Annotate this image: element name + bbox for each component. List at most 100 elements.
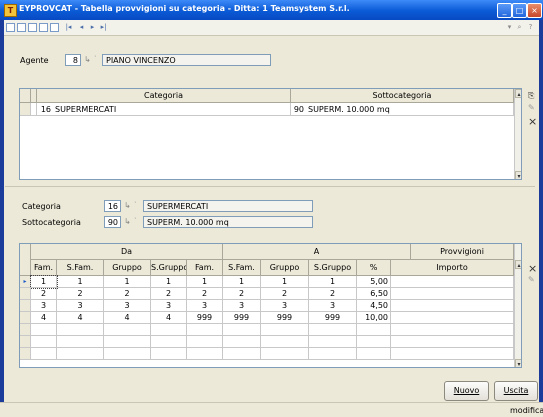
print-icon[interactable] bbox=[39, 23, 48, 32]
sottocategoria-code-field[interactable]: 90 bbox=[104, 216, 121, 228]
header-a-sgruppo[interactable]: S.Gruppo bbox=[309, 260, 357, 276]
cell-da-sgruppo[interactable]: 4 bbox=[151, 312, 187, 324]
empty-cell[interactable] bbox=[261, 348, 309, 360]
row-selector[interactable] bbox=[20, 300, 31, 312]
empty-cell[interactable] bbox=[357, 336, 391, 348]
empty-cell[interactable] bbox=[357, 324, 391, 336]
cell-da-sfam[interactable]: 4 bbox=[57, 312, 104, 324]
cell-a-gruppo[interactable]: 3 bbox=[261, 300, 309, 312]
maximize-button[interactable]: □ bbox=[512, 3, 527, 18]
empty-cell[interactable] bbox=[223, 336, 261, 348]
header-importo[interactable]: Importo bbox=[391, 260, 514, 276]
cell-da-gruppo[interactable]: 2 bbox=[104, 288, 151, 300]
cell-da-fam[interactable]: 2 bbox=[31, 288, 57, 300]
empty-cell[interactable] bbox=[223, 348, 261, 360]
empty-cell[interactable] bbox=[57, 348, 104, 360]
cell-a-fam[interactable]: 3 bbox=[187, 300, 223, 312]
header-da-gruppo[interactable]: Gruppo bbox=[104, 260, 151, 276]
close-button[interactable]: × bbox=[527, 3, 542, 18]
sottocategoria-lookup-icon[interactable]: ↳ ˙ bbox=[124, 217, 137, 226]
header-sottocategoria[interactable]: Sottocategoria bbox=[291, 89, 514, 103]
new-doc-icon[interactable] bbox=[6, 23, 15, 32]
cell-a-sgruppo[interactable]: 2 bbox=[309, 288, 357, 300]
cell-importo[interactable] bbox=[391, 312, 514, 324]
cell-importo[interactable] bbox=[391, 300, 514, 312]
cell-perc[interactable]: 5,00 bbox=[357, 276, 391, 288]
cell-importo[interactable] bbox=[391, 276, 514, 288]
row-selector[interactable] bbox=[20, 288, 31, 300]
empty-cell[interactable] bbox=[57, 336, 104, 348]
cell-da-gruppo[interactable]: 4 bbox=[104, 312, 151, 324]
cell-da-fam[interactable]: 1 bbox=[30, 275, 58, 289]
cell-perc[interactable]: 10,00 bbox=[357, 312, 391, 324]
cell-da-fam[interactable]: 4 bbox=[31, 312, 57, 324]
next-record-icon[interactable]: ▸ bbox=[88, 23, 97, 32]
delete-provvigione-icon[interactable]: × bbox=[528, 262, 537, 275]
header-perc[interactable]: % bbox=[357, 260, 391, 276]
cell-a-fam[interactable]: 999 bbox=[187, 312, 223, 324]
zoom-icon[interactable]: ⌕ bbox=[515, 23, 524, 32]
last-record-icon[interactable]: ▸| bbox=[99, 23, 108, 32]
sub-code-cell[interactable]: 90 bbox=[291, 103, 306, 116]
empty-cell[interactable] bbox=[151, 324, 187, 336]
scroll-down-icon[interactable]: ▾ bbox=[515, 171, 521, 179]
cell-da-sgruppo[interactable]: 1 bbox=[151, 276, 187, 288]
cell-a-sfam[interactable]: 1 bbox=[223, 276, 261, 288]
delete-row-icon[interactable]: × bbox=[528, 115, 537, 128]
empty-cell[interactable] bbox=[391, 348, 514, 360]
save-doc-icon[interactable] bbox=[28, 23, 37, 32]
agente-lookup-icon[interactable]: ↳ ˙ bbox=[84, 55, 97, 64]
minimize-button[interactable]: _ bbox=[497, 3, 512, 18]
empty-cell[interactable] bbox=[261, 324, 309, 336]
cell-da-sgruppo[interactable]: 3 bbox=[151, 300, 187, 312]
empty-cell[interactable] bbox=[187, 324, 223, 336]
cell-da-sfam[interactable]: 2 bbox=[57, 288, 104, 300]
empty-cell[interactable] bbox=[104, 336, 151, 348]
empty-cell[interactable] bbox=[309, 348, 357, 360]
cell-a-gruppo[interactable]: 2 bbox=[261, 288, 309, 300]
cell-da-sfam[interactable]: 3 bbox=[57, 300, 104, 312]
row-selector[interactable] bbox=[20, 336, 31, 348]
edit-provvigione-icon[interactable]: ✎ bbox=[528, 275, 535, 284]
cell-a-sgruppo[interactable]: 1 bbox=[309, 276, 357, 288]
scroll-down-icon[interactable]: ▾ bbox=[515, 359, 521, 367]
cell-a-fam[interactable]: 2 bbox=[187, 288, 223, 300]
cat-name-cell[interactable]: SUPERMERCATI bbox=[53, 103, 291, 116]
empty-cell[interactable] bbox=[31, 336, 57, 348]
cell-a-gruppo[interactable]: 999 bbox=[261, 312, 309, 324]
scroll-up-icon[interactable]: ▴ bbox=[515, 260, 521, 269]
cell-perc[interactable]: 6,50 bbox=[357, 288, 391, 300]
preview-icon[interactable] bbox=[50, 23, 59, 32]
row-selector[interactable] bbox=[20, 324, 31, 336]
row-selector[interactable] bbox=[20, 348, 31, 360]
empty-cell[interactable] bbox=[357, 348, 391, 360]
agente-code-field[interactable]: 8 bbox=[65, 54, 81, 66]
edit-row-icon[interactable]: ✎ bbox=[528, 103, 535, 112]
empty-cell[interactable] bbox=[57, 324, 104, 336]
empty-cell[interactable] bbox=[261, 336, 309, 348]
insert-row-icon[interactable]: ⎘ bbox=[528, 91, 534, 101]
empty-cell[interactable] bbox=[187, 336, 223, 348]
header-a-fam[interactable]: Fam. bbox=[187, 260, 223, 276]
header-a-sfam[interactable]: S.Fam. bbox=[223, 260, 261, 276]
cell-a-sgruppo[interactable]: 3 bbox=[309, 300, 357, 312]
cell-a-sfam[interactable]: 2 bbox=[223, 288, 261, 300]
empty-cell[interactable] bbox=[391, 336, 514, 348]
cell-a-sfam[interactable]: 999 bbox=[223, 312, 261, 324]
dropdown-icon[interactable]: ▾ bbox=[505, 23, 514, 32]
cell-a-sfam[interactable]: 3 bbox=[223, 300, 261, 312]
row-selector[interactable] bbox=[20, 312, 31, 324]
scroll-up-icon[interactable]: ▴ bbox=[515, 89, 521, 98]
cell-da-gruppo[interactable]: 1 bbox=[104, 276, 151, 288]
empty-cell[interactable] bbox=[151, 336, 187, 348]
help-icon[interactable]: ? bbox=[526, 23, 535, 32]
cell-da-sfam[interactable]: 1 bbox=[57, 276, 104, 288]
empty-cell[interactable] bbox=[187, 348, 223, 360]
empty-cell[interactable] bbox=[31, 348, 57, 360]
cell-da-sgruppo[interactable]: 2 bbox=[151, 288, 187, 300]
prev-record-icon[interactable]: ◂ bbox=[77, 23, 86, 32]
categoria-lookup-icon[interactable]: ↳ ˙ bbox=[124, 201, 137, 210]
cell-da-fam[interactable]: 3 bbox=[31, 300, 57, 312]
header-da-fam[interactable]: Fam. bbox=[31, 260, 57, 276]
header-da-sgruppo[interactable]: S.Gruppo bbox=[151, 260, 187, 276]
